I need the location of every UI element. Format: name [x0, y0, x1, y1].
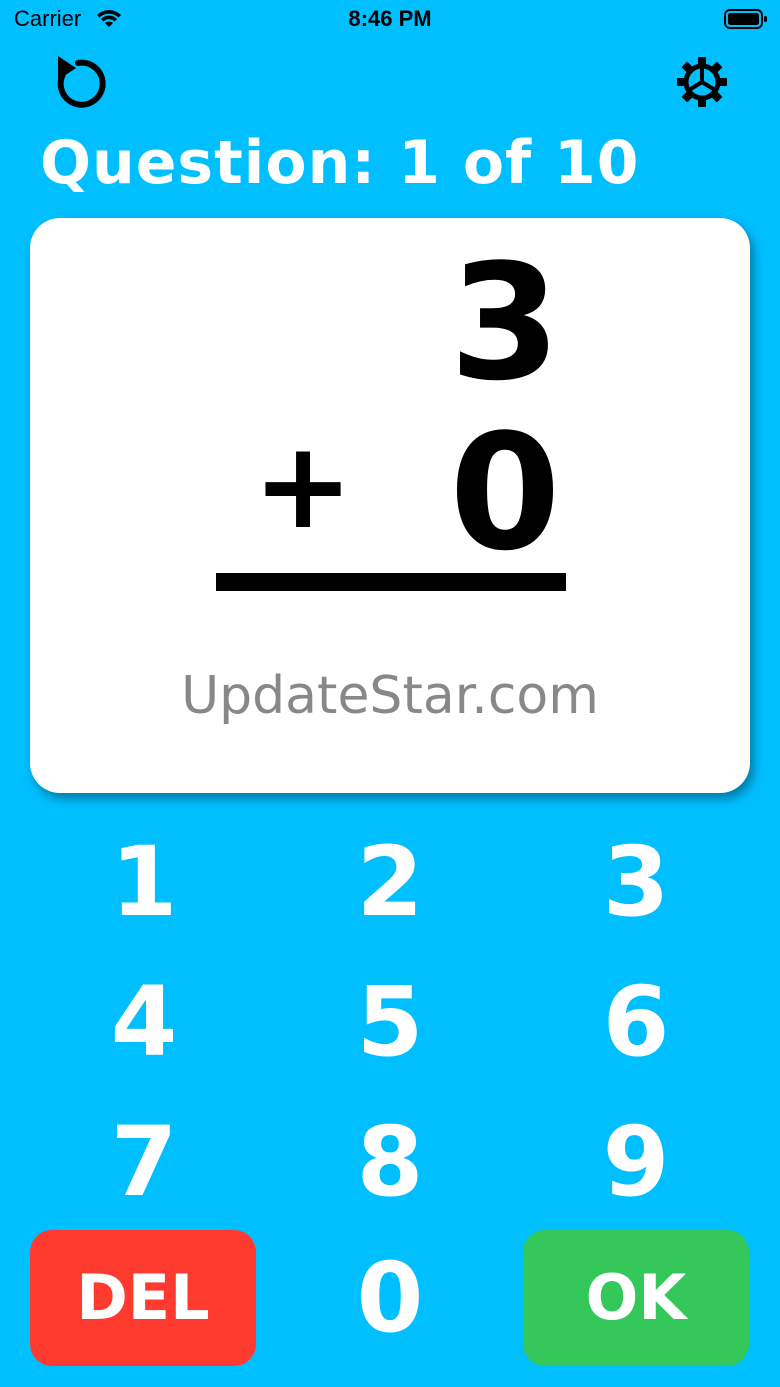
- bottom-operand: 0: [449, 399, 561, 586]
- ok-button[interactable]: OK: [523, 1230, 749, 1366]
- gear-icon: [677, 57, 727, 107]
- key-2[interactable]: 2: [290, 822, 490, 942]
- undo-button[interactable]: [48, 52, 108, 112]
- status-bar: Carrier 8:46 PM: [0, 0, 780, 40]
- key-6[interactable]: 6: [536, 962, 736, 1082]
- operator-sign: +: [252, 417, 354, 556]
- key-3[interactable]: 3: [536, 822, 736, 942]
- settings-button[interactable]: [672, 52, 732, 112]
- key-7[interactable]: 7: [44, 1102, 244, 1222]
- problem-card: 3 + 0 UpdateStar.com: [30, 218, 750, 793]
- top-operand: 3: [449, 229, 561, 416]
- key-8[interactable]: 8: [290, 1102, 490, 1222]
- battery-icon: [724, 9, 767, 29]
- undo-icon: [57, 56, 106, 108]
- answer-line: [216, 573, 566, 591]
- key-4[interactable]: 4: [44, 962, 244, 1082]
- delete-button[interactable]: DEL: [30, 1230, 256, 1366]
- watermark: UpdateStar.com: [181, 666, 599, 726]
- key-9[interactable]: 9: [536, 1102, 736, 1222]
- key-5[interactable]: 5: [290, 962, 490, 1082]
- key-0[interactable]: 0: [290, 1238, 490, 1358]
- key-1[interactable]: 1: [44, 822, 244, 942]
- clock: 8:46 PM: [348, 6, 432, 31]
- question-counter: Question: 1 of 10: [40, 128, 640, 198]
